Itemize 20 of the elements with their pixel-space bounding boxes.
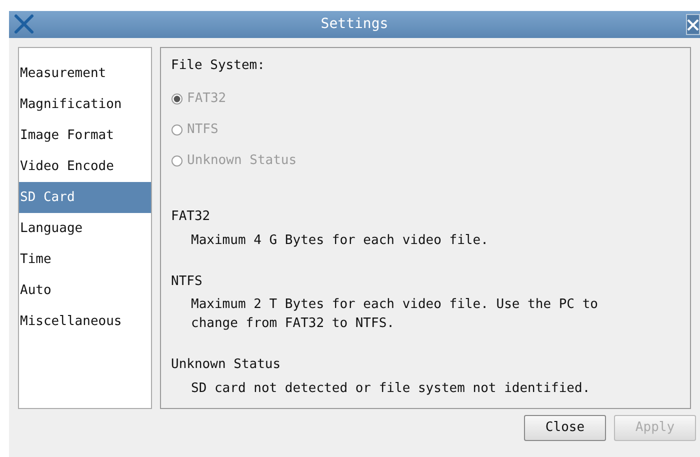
- sidebar-item[interactable]: Miscellaneous: [19, 306, 151, 337]
- sidebar-item[interactable]: Image Format: [19, 120, 151, 151]
- section-heading: File System:: [171, 57, 266, 75]
- sidebar-item[interactable]: Language: [19, 213, 151, 244]
- note-title: NTFS: [171, 272, 202, 290]
- sidebar-item[interactable]: Time: [19, 244, 151, 275]
- window-title: Settings: [320, 15, 388, 34]
- sidebar-item[interactable]: Video Encode: [19, 151, 151, 182]
- note-text: SD card not detected or file system not identified.: [190, 380, 590, 398]
- sidebar-item[interactable]: Magnification: [19, 89, 151, 120]
- sidebar-item[interactable]: SD Card: [19, 182, 151, 213]
- sidebar-item[interactable]: Measurement: [19, 58, 151, 89]
- dialog-button[interactable]: Close: [524, 415, 606, 441]
- note-title: FAT32: [171, 208, 210, 226]
- close-icon: [687, 18, 699, 30]
- sidebar-item[interactable]: Auto: [19, 275, 151, 306]
- close-button[interactable]: [686, 14, 700, 35]
- note-text: Maximum 2 T Bytes for each video file. Use the PC to change from FAT32 to NTFS.: [190, 296, 598, 333]
- note-text: Maximum 4 G Bytes for each video file.: [190, 232, 488, 250]
- note-title: Unknown Status: [171, 356, 281, 374]
